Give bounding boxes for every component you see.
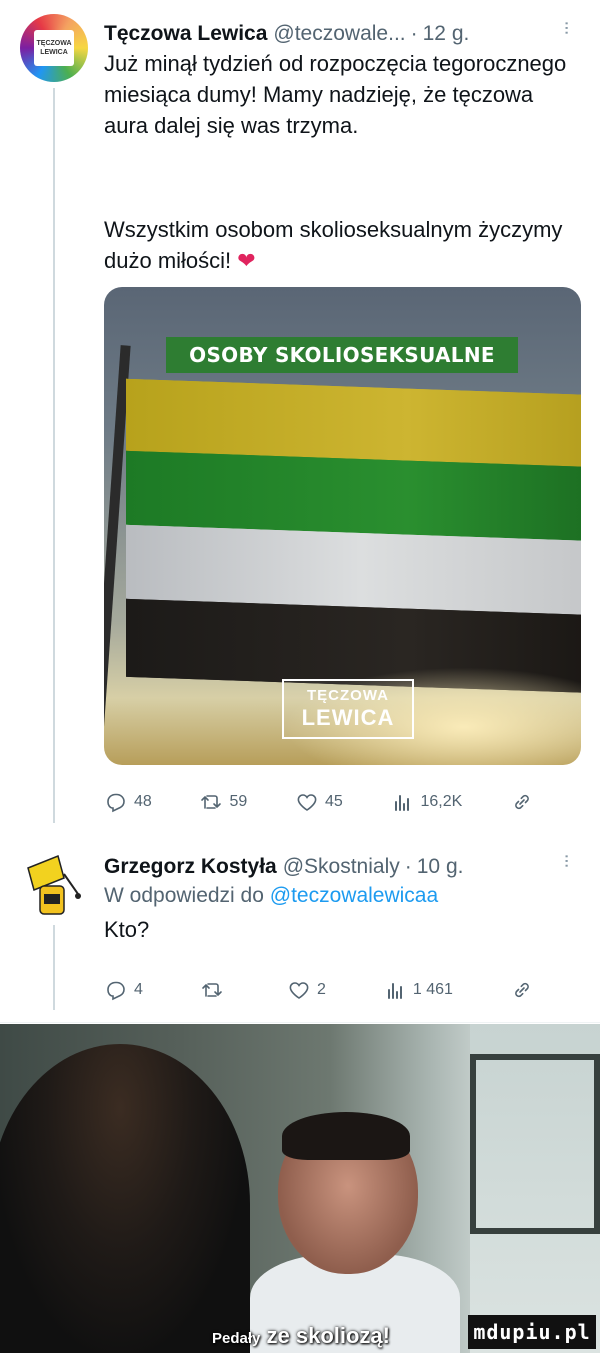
share-link-icon (515, 794, 529, 810)
avatar-illustration (27, 854, 81, 915)
reply-prefix: W odpowiedzi do (104, 884, 264, 907)
reply-context: W odpowiedzi do @teczowalewicaa (104, 884, 438, 908)
retweet-button-2[interactable] (200, 978, 230, 1002)
views-count-2: 1 461 (412, 981, 453, 998)
reply-button-2[interactable]: 4 (104, 978, 143, 1002)
image-logo-line2: LEWICA (301, 705, 395, 730)
meme-caption-small: Pedały (212, 1330, 261, 1347)
avatar-badge-line2: LEWICA (40, 49, 68, 56)
tweet-time-2[interactable]: 10 g. (417, 855, 464, 879)
share-button[interactable] (510, 790, 534, 814)
meme-person-hair (282, 1112, 410, 1160)
views-chart-icon (387, 983, 402, 999)
image-logo: TĘCZOWA LEWICA (282, 679, 414, 739)
watermark-text: mdupiu.pl (473, 1320, 591, 1344)
more-options-icon[interactable]: ··· (555, 20, 578, 34)
reply-button[interactable]: 48 (104, 790, 152, 814)
separator-dot: · (410, 22, 418, 45)
tweet-text: Już minął tydzień od rozpoczęcia tegoroc… (104, 51, 567, 138)
views-chart-icon (395, 795, 410, 811)
author-handle[interactable]: @teczowale... (273, 22, 405, 46)
author-name[interactable]: Tęczowa Lewica (104, 22, 267, 46)
like-count-2: 2 (316, 981, 326, 998)
thread-line-2 (53, 925, 55, 1010)
share-link-icon (515, 982, 529, 998)
reply-mention-link[interactable]: @teczowalewicaa (270, 884, 438, 907)
meme-image: mdupiu.pl (0, 1024, 600, 1353)
avatar-badge: TĘCZOWA LEWICA (34, 30, 74, 66)
meme-window-frame (470, 1054, 600, 1234)
share-button-2[interactable] (510, 978, 534, 1002)
tweet-text-2: Wszystkim osobom skolioseksualnym życzym… (104, 214, 574, 276)
retweet-icon (202, 983, 222, 997)
tweet-time[interactable]: 12 g. (423, 22, 470, 46)
views-button-2[interactable]: 1 461 (383, 978, 453, 1002)
image-banner: OSOBY SKOLIOSEKSUALNE (166, 337, 518, 373)
retweet-count: 59 (229, 793, 248, 810)
tweet-actions-2: 4 2 1 461 (104, 978, 534, 1002)
watermark-logo: mdupiu.pl (468, 1315, 596, 1349)
like-count: 45 (324, 793, 343, 810)
tweet-header: Tęczowa Lewica @teczowale... · 12 g. (104, 22, 469, 46)
tweet-actions: 48 59 45 16,2K (104, 790, 534, 814)
heart-emoji-icon: ❤ (237, 248, 256, 273)
retweet-button[interactable]: 59 (199, 790, 247, 814)
image-banner-text: OSOBY SKOLIOSEKSUALNE (189, 343, 495, 367)
tweet-text-2-content: Wszystkim osobom skolioseksualnym życzym… (104, 217, 563, 273)
author-handle-2[interactable]: @Skostnialy (283, 855, 400, 879)
like-button[interactable]: 45 (295, 790, 343, 814)
author-name-2[interactable]: Grzegorz Kostyła (104, 855, 277, 879)
flag (126, 378, 581, 695)
avatar-grzegorz-kostyla[interactable] (20, 852, 88, 920)
reply-icon (107, 981, 125, 1001)
views-count: 16,2K (420, 793, 463, 810)
separator-dot-2: · (404, 855, 412, 878)
meme-person-back (0, 1044, 250, 1353)
reply-count-2: 4 (134, 981, 143, 998)
like-icon (297, 794, 317, 811)
thread-line (53, 88, 55, 823)
avatar-teczowa-lewica[interactable]: TĘCZOWA LEWICA (20, 14, 88, 82)
retweet-icon (201, 795, 222, 809)
views-button[interactable]: 16,2K (390, 790, 462, 814)
image-logo-line1: TĘCZOWA (307, 687, 389, 704)
tweet-text-reply: Kto? (104, 917, 150, 942)
meme-caption: Pedały ze skoliozą! (212, 1323, 390, 1349)
like-button-2[interactable]: 2 (287, 978, 326, 1002)
meme-caption-big: ze skoliozą! (266, 1323, 390, 1348)
tweet-image[interactable]: OSOBY SKOLIOSEKSUALNE TĘCZOWA LEWICA (104, 287, 581, 765)
divider (0, 1022, 600, 1023)
more-options-icon-2[interactable]: ··· (555, 853, 578, 867)
tweet-teczowa-lewica: TĘCZOWA LEWICA Tęczowa Lewica @teczowale… (0, 0, 600, 830)
reply-icon (107, 793, 125, 813)
like-icon (289, 982, 309, 999)
reply-count: 48 (134, 793, 152, 810)
avatar-badge-line1: TĘCZOWA (36, 40, 72, 47)
tweet-header-2: Grzegorz Kostyła @Skostnialy · 10 g. (104, 855, 463, 879)
